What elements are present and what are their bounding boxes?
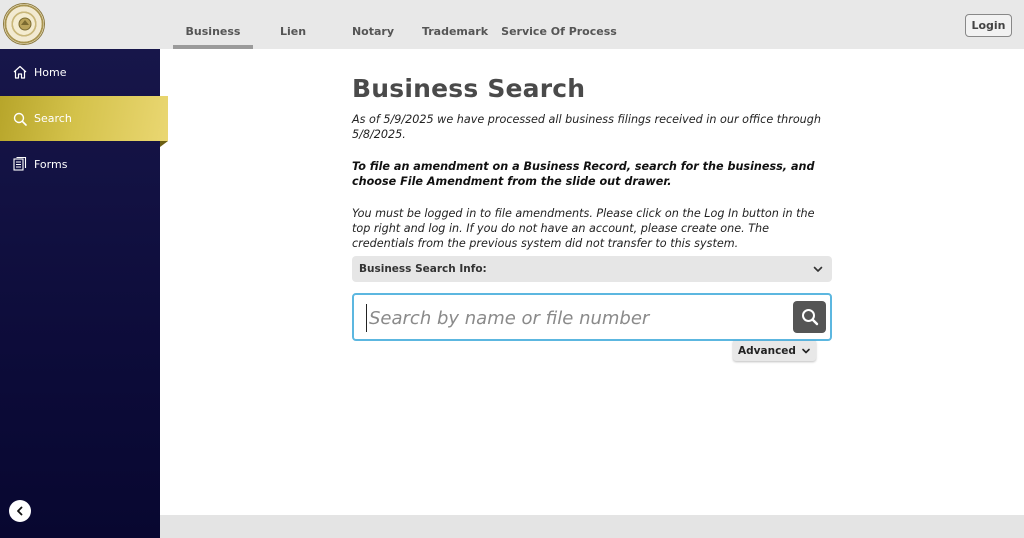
- sidebar-collapse-button[interactable]: [9, 500, 31, 522]
- tab-trademark[interactable]: Trademark: [413, 0, 497, 49]
- amendment-notice: To file an amendment on a Business Recor…: [352, 160, 815, 188]
- search-input[interactable]: [366, 304, 786, 332]
- footer-band: [160, 515, 1024, 538]
- document-icon: [12, 156, 28, 172]
- sidebar: Home Search Forms: [0, 49, 168, 538]
- main-tabs: Business Lien Notary Trademark Service O…: [173, 0, 621, 49]
- business-search-info-toggle[interactable]: Business Search Info:: [352, 256, 832, 282]
- search-icon: [801, 309, 818, 326]
- login-notice: You must be logged in to file amendments…: [352, 207, 815, 250]
- search-box: [352, 293, 832, 341]
- tab-business[interactable]: Business: [173, 0, 253, 49]
- login-button[interactable]: Login: [965, 14, 1012, 37]
- search-button[interactable]: [793, 301, 826, 333]
- tab-service-of-process[interactable]: Service Of Process: [497, 0, 621, 49]
- business-search-info-label: Business Search Info:: [359, 263, 487, 275]
- tab-notary[interactable]: Notary: [333, 0, 413, 49]
- sidebar-item-label: Home: [34, 65, 67, 79]
- sidebar-item-label: Forms: [34, 157, 68, 171]
- sidebar-item-home[interactable]: Home: [0, 52, 160, 92]
- sidebar-item-label: Search: [34, 112, 72, 125]
- advanced-label: Advanced: [738, 345, 796, 357]
- chevron-left-icon: [17, 506, 23, 516]
- advanced-search-button[interactable]: Advanced: [733, 341, 816, 361]
- page-title: Business Search: [352, 74, 586, 103]
- state-seal-icon[interactable]: [3, 3, 45, 45]
- processed-notice: As of 5/9/2025 we have processed all bus…: [352, 113, 821, 141]
- tab-lien[interactable]: Lien: [253, 0, 333, 49]
- seal-emblem-icon: [18, 17, 32, 31]
- top-bar: Business Lien Notary Trademark Service O…: [0, 0, 1024, 49]
- sidebar-item-search[interactable]: Search: [0, 96, 168, 147]
- search-icon: [12, 111, 28, 127]
- sidebar-item-forms[interactable]: Forms: [0, 144, 160, 184]
- chevron-down-icon: [813, 266, 823, 272]
- chevron-down-icon: [801, 346, 811, 356]
- home-icon: [12, 64, 28, 80]
